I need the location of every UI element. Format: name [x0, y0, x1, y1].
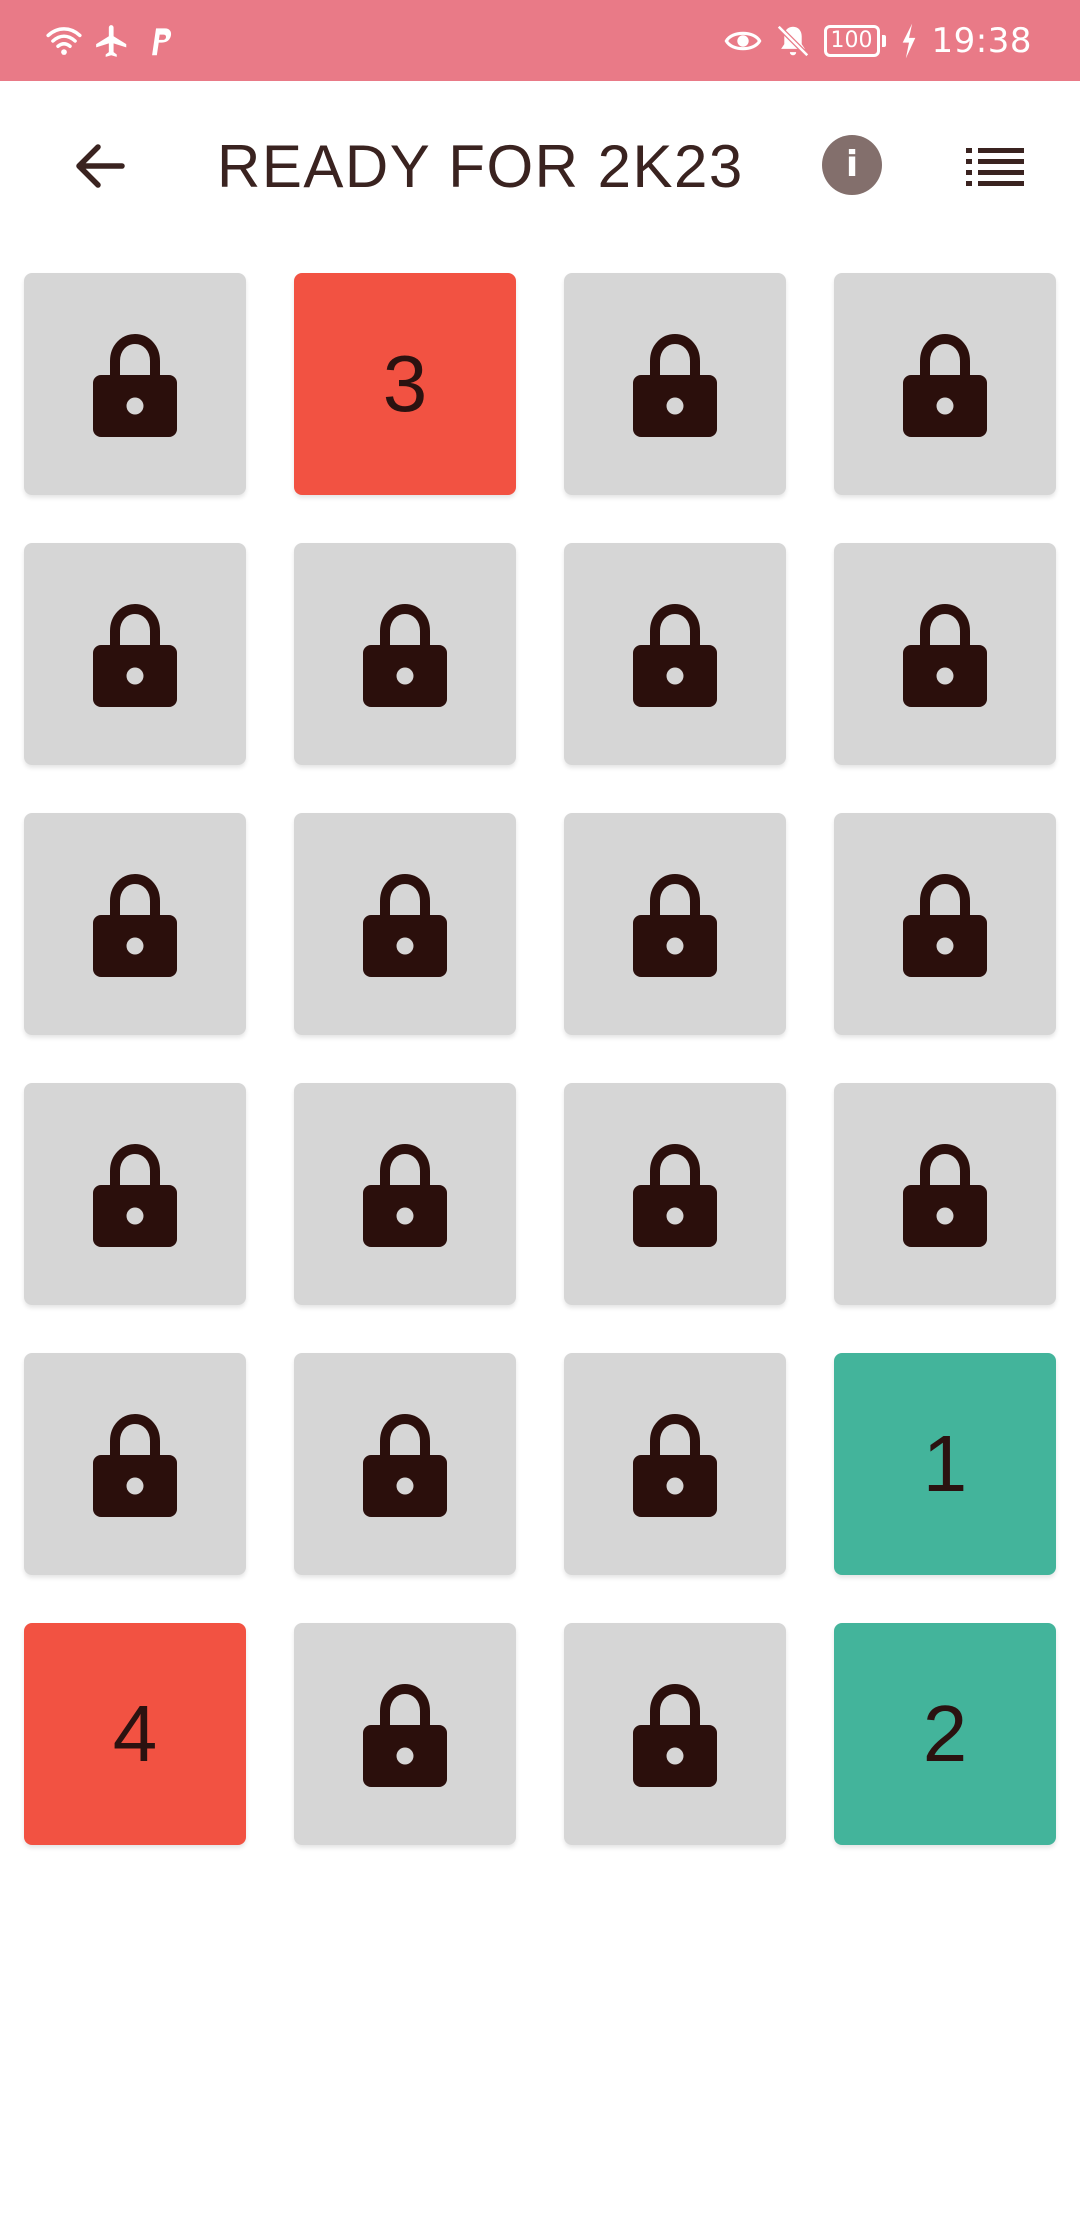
lock-icon [89, 865, 181, 983]
tile-number: 2 [922, 1689, 968, 1778]
locked-tile[interactable] [24, 813, 246, 1035]
unlocked-tile-green[interactable]: 2 [834, 1623, 1056, 1845]
lock-icon [899, 865, 991, 983]
lock-icon [899, 1135, 991, 1253]
locked-tile[interactable] [24, 273, 246, 495]
lock-icon [359, 1405, 451, 1523]
lock-icon [629, 325, 721, 443]
lock-icon [629, 1675, 721, 1793]
lock-icon [629, 865, 721, 983]
unlocked-tile-green[interactable]: 1 [834, 1353, 1056, 1575]
list-button[interactable] [962, 141, 1028, 191]
locked-tile[interactable] [24, 1083, 246, 1305]
paypal-icon [141, 22, 179, 60]
locked-tile[interactable] [294, 813, 516, 1035]
level-grid: 3 1 4 2 [24, 273, 1056, 1845]
locked-tile[interactable] [564, 543, 786, 765]
locked-tile[interactable] [294, 1623, 516, 1845]
lock-icon [89, 1405, 181, 1523]
lock-icon [89, 595, 181, 713]
locked-tile[interactable] [564, 813, 786, 1035]
status-right-icons: 100 19:38 [724, 18, 1032, 64]
airplane-icon [93, 22, 131, 60]
battery-icon: 100 [823, 25, 886, 57]
lock-icon [359, 865, 451, 983]
page-title: READY FOR 2K23 [217, 133, 744, 200]
list-icon [966, 148, 1024, 186]
status-bar: 100 19:38 [0, 0, 1080, 81]
lock-icon [359, 1135, 451, 1253]
back-arrow-icon [76, 144, 125, 188]
locked-tile[interactable] [564, 273, 786, 495]
battery-level: 100 [823, 25, 880, 57]
app-bar: READY FOR 2K23 i [0, 81, 1080, 251]
lock-icon [629, 1135, 721, 1253]
tile-number: 4 [112, 1689, 158, 1778]
lock-icon [629, 1405, 721, 1523]
locked-tile[interactable] [294, 543, 516, 765]
wifi-icon [45, 22, 83, 60]
locked-tile[interactable] [834, 543, 1056, 765]
locked-tile[interactable] [564, 1623, 786, 1845]
locked-tile[interactable] [834, 1083, 1056, 1305]
eye-icon [724, 22, 762, 60]
status-time: 19:38 [931, 21, 1032, 61]
locked-tile[interactable] [564, 1353, 786, 1575]
tile-number: 3 [382, 339, 428, 428]
lock-icon [359, 1675, 451, 1793]
lock-icon [629, 595, 721, 713]
battery-tip [881, 35, 886, 47]
charging-icon [898, 22, 920, 60]
unlocked-tile-red[interactable]: 3 [294, 273, 516, 495]
locked-tile[interactable] [294, 1353, 516, 1575]
bell-off-icon [774, 22, 812, 60]
locked-tile[interactable] [834, 813, 1056, 1035]
lock-icon [359, 595, 451, 713]
locked-tile[interactable] [834, 273, 1056, 495]
lock-icon [899, 595, 991, 713]
tile-number: 1 [922, 1419, 968, 1508]
locked-tile[interactable] [24, 1353, 246, 1575]
status-left-icons [45, 18, 179, 64]
locked-tile[interactable] [294, 1083, 516, 1305]
unlocked-tile-red[interactable]: 4 [24, 1623, 246, 1845]
locked-tile[interactable] [24, 543, 246, 765]
lock-icon [89, 325, 181, 443]
lock-icon [89, 1135, 181, 1253]
locked-tile[interactable] [564, 1083, 786, 1305]
info-icon: i [845, 144, 859, 185]
back-button[interactable] [60, 131, 140, 201]
info-button[interactable]: i [822, 135, 882, 195]
lock-icon [899, 325, 991, 443]
